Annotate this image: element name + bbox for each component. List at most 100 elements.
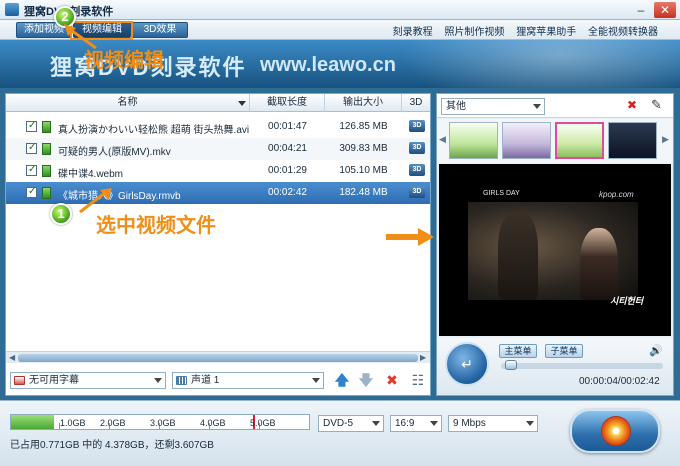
column-size[interactable]: 输出大小 bbox=[325, 94, 402, 112]
sort-arrow-icon bbox=[238, 101, 246, 106]
move-down-icon[interactable]: 🡇 bbox=[358, 372, 374, 389]
aspect-ratio-select[interactable]: 16:9 bbox=[390, 415, 442, 432]
capacity-tick-label: 3.0GB bbox=[150, 418, 176, 428]
file-name: 碟中谍4.webm bbox=[58, 169, 124, 180]
preview-arrow-icon bbox=[386, 228, 434, 246]
burn-disc-icon bbox=[601, 416, 631, 446]
close-button[interactable]: ✕ bbox=[654, 2, 676, 18]
progress-knob[interactable] bbox=[505, 360, 517, 370]
banner-decoration bbox=[400, 40, 680, 88]
aspect-ratio-value: 16:9 bbox=[395, 418, 415, 429]
file-icon bbox=[42, 165, 51, 177]
chevron-down-icon bbox=[372, 421, 380, 426]
video-preview[interactable]: GIRLS DAY kpop.com 시티헌터 bbox=[439, 164, 671, 336]
file-duration: 00:02:42 bbox=[268, 187, 307, 198]
audio-track-select[interactable]: 声道 1 bbox=[172, 372, 324, 389]
capacity-used-fill bbox=[11, 415, 54, 429]
capacity-info: 已占用0.771GB 中的 4.378GB，还剩3.607GB bbox=[10, 440, 214, 451]
column-duration[interactable]: 截取长度 bbox=[250, 94, 325, 112]
file-size: 309.83 MB bbox=[339, 143, 388, 154]
template-thumb-selected[interactable] bbox=[555, 122, 604, 159]
file-list-panel: 名称 截取长度 输出大小 3D 真人扮演かわいい轻松熊 超萌 街头热舞.avi … bbox=[5, 93, 431, 396]
playback-time: 00:00:04/00:02:42 bbox=[579, 376, 660, 387]
file-size: 182.48 MB bbox=[339, 187, 388, 198]
3d-badge-icon[interactable]: 3D bbox=[409, 186, 425, 198]
thumbs-next-icon[interactable]: ▶ bbox=[662, 134, 669, 145]
bitrate-select[interactable]: 9 Mbps bbox=[448, 415, 538, 432]
link-burn-tutorial[interactable]: 刻录教程 bbox=[393, 27, 433, 38]
sub-menu-button[interactable]: 子菜单 bbox=[545, 344, 583, 358]
column-3d[interactable]: 3D bbox=[402, 94, 430, 112]
minimize-button[interactable]: – bbox=[633, 2, 649, 18]
watermark-logo: 시티헌터 bbox=[610, 296, 644, 306]
move-up-icon[interactable]: 🡅 bbox=[334, 372, 350, 389]
column-name[interactable]: 名称 bbox=[6, 94, 250, 112]
file-icon bbox=[42, 187, 51, 199]
row-checkbox[interactable] bbox=[26, 164, 37, 176]
scroll-left-icon[interactable]: ◀ bbox=[9, 353, 15, 362]
top-links: 刻录教程 照片制作视频 狸窝苹果助手 全能视频转换器 bbox=[384, 23, 658, 38]
tab-3d-effect[interactable]: 3D效果 bbox=[132, 22, 188, 38]
bottom-bar: 1.0GB 2.0GB 3.0GB 4.0GB 5.0GB 已占用0.771GB… bbox=[0, 400, 680, 466]
file-name: 真人扮演かわいい轻松熊 超萌 街头热舞.avi bbox=[58, 125, 250, 136]
template-thumb[interactable] bbox=[608, 122, 657, 159]
navigation-pad-icon[interactable]: ↵ bbox=[445, 342, 489, 386]
subtitle-select[interactable]: 无可用字幕 bbox=[10, 372, 166, 389]
capacity-tick-label: 2.0GB bbox=[100, 418, 126, 428]
capacity-tick-label: 4.0GB bbox=[200, 418, 226, 428]
table-row[interactable]: 真人扮演かわいい轻松熊 超萌 街头热舞.avi 00:01:47 126.85 … bbox=[6, 116, 430, 138]
watermark-left: GIRLS DAY bbox=[483, 190, 520, 197]
banner-site: www.leawo.cn bbox=[260, 54, 396, 76]
file-duration: 00:04:21 bbox=[268, 143, 307, 154]
menu-theme-select[interactable]: 其他 bbox=[441, 98, 545, 115]
template-toolbar: 其他 ✖ ✎ bbox=[437, 94, 673, 118]
thumbs-prev-icon[interactable]: ◀ bbox=[439, 134, 446, 145]
template-thumb[interactable] bbox=[502, 122, 551, 159]
scrollbar-thumb[interactable] bbox=[18, 354, 418, 362]
file-name: 可疑的男人(原版MV).mkv bbox=[58, 147, 171, 158]
scene-figure bbox=[498, 212, 538, 300]
disc-capacity-bar: 1.0GB 2.0GB 3.0GB 4.0GB 5.0GB bbox=[10, 414, 310, 430]
horizontal-scrollbar[interactable]: ◀ ▶ bbox=[6, 351, 430, 363]
file-duration: 00:01:47 bbox=[268, 121, 307, 132]
chevron-down-icon bbox=[430, 421, 438, 426]
link-photo-video[interactable]: 照片制作视频 bbox=[444, 27, 504, 38]
3d-badge-icon[interactable]: 3D bbox=[409, 142, 425, 154]
3d-badge-icon[interactable]: 3D bbox=[409, 120, 425, 132]
template-thumbnails: ◀ ▶ bbox=[437, 119, 673, 163]
row-checkbox[interactable] bbox=[26, 120, 37, 132]
row-checkbox[interactable] bbox=[26, 142, 37, 154]
file-size: 126.85 MB bbox=[339, 121, 388, 132]
step1-badge: 1 bbox=[50, 203, 72, 225]
table-row[interactable]: 碟中谍4.webm 00:01:29 105.10 MB 3D bbox=[6, 160, 430, 182]
link-apple-helper[interactable]: 狸窝苹果助手 bbox=[516, 27, 576, 38]
preview-panel: 其他 ✖ ✎ ◀ ▶ GIRLS DAY kpop.com 시티헌터 ↵ 主菜单… bbox=[436, 93, 674, 396]
file-icon bbox=[42, 143, 51, 155]
capacity-tick-label: 5.0GB bbox=[250, 418, 276, 428]
disc-type-select[interactable]: DVD-5 bbox=[318, 415, 384, 432]
list-toolbar: 无可用字幕 声道 1 🡅 🡇 ✖ ☷ bbox=[6, 364, 430, 395]
table-row-selected[interactable]: 《城市猎人》GirlsDay.rmvb 00:02:42 182.48 MB 3… bbox=[6, 182, 430, 204]
edit-template-icon[interactable]: ✎ bbox=[651, 97, 662, 113]
file-size: 105.10 MB bbox=[339, 165, 388, 176]
scroll-right-icon[interactable]: ▶ bbox=[420, 353, 426, 362]
row-checkbox[interactable] bbox=[26, 186, 37, 198]
delete-template-icon[interactable]: ✖ bbox=[627, 98, 637, 112]
burn-button[interactable] bbox=[570, 409, 660, 453]
table-header: 名称 截取长度 输出大小 3D bbox=[6, 94, 430, 112]
link-video-converter[interactable]: 全能视频转换器 bbox=[588, 27, 658, 38]
chevron-down-icon bbox=[526, 421, 534, 426]
step1-arrow-icon bbox=[79, 188, 112, 214]
app-icon bbox=[5, 3, 19, 16]
volume-icon[interactable]: 🔊 bbox=[649, 344, 663, 357]
playback-progress[interactable] bbox=[501, 360, 663, 370]
3d-badge-icon[interactable]: 3D bbox=[409, 164, 425, 176]
delete-icon[interactable]: ✖ bbox=[384, 372, 400, 389]
column-name-label: 名称 bbox=[117, 97, 138, 108]
clear-list-icon[interactable]: ☷ bbox=[410, 372, 426, 389]
chevron-down-icon bbox=[312, 378, 320, 383]
table-row[interactable]: 可疑的男人(原版MV).mkv 00:04:21 309.83 MB 3D bbox=[6, 138, 430, 160]
template-thumb[interactable] bbox=[449, 122, 498, 159]
scene-figure bbox=[580, 228, 618, 300]
main-menu-button[interactable]: 主菜单 bbox=[499, 344, 537, 358]
